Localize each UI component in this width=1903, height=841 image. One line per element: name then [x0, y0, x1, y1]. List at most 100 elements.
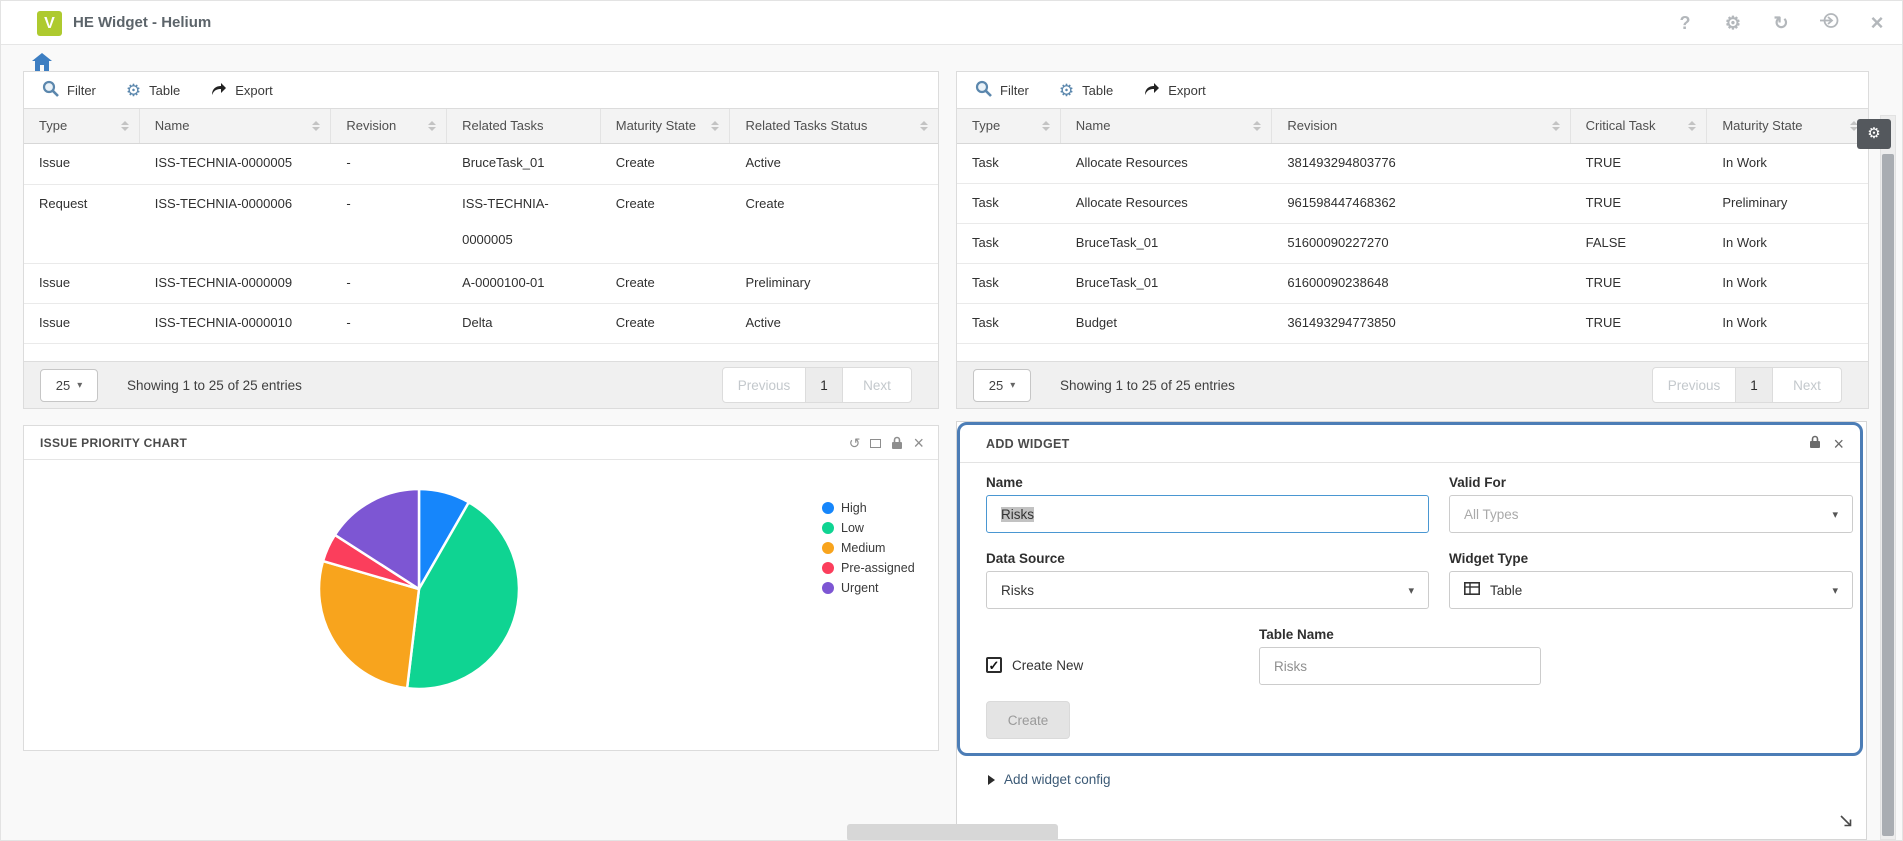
dashboard-settings-gear-icon[interactable]: ⚙ [1857, 119, 1891, 149]
sort-icon[interactable] [428, 121, 436, 131]
toolbar-label: Table [1082, 83, 1113, 98]
pie-chart[interactable] [314, 484, 524, 694]
table-row[interactable]: TaskBruceTask_0151600090227270FALSEIn Wo… [957, 224, 1868, 264]
toolbar-filter-button[interactable]: Filter [975, 80, 1029, 100]
add-widget-header-icons: × [1809, 425, 1844, 463]
table-row[interactable]: TaskBudget361493294773850TRUEIn Work [957, 304, 1868, 344]
next-button[interactable]: Next [1773, 368, 1841, 402]
lock-icon[interactable] [1809, 435, 1821, 454]
home-icon[interactable] [32, 53, 52, 73]
table-cell: 61600090238648 [1272, 264, 1570, 303]
table-row[interactable]: TaskBruceTask_0161600090238648TRUEIn Wor… [957, 264, 1868, 304]
valid-for-select[interactable]: All Types ▾ [1449, 495, 1853, 533]
table-row[interactable]: IssueISS-TECHNIA-0000009-A-0000100-01Cre… [24, 264, 938, 304]
sort-icon[interactable] [312, 121, 320, 131]
close-icon[interactable]: × [913, 436, 924, 450]
sort-icon[interactable] [121, 121, 129, 131]
previous-button[interactable]: Previous [1653, 368, 1735, 402]
legend-item[interactable]: High [822, 498, 915, 518]
add-widget-config-toggle[interactable]: Add widget config [957, 762, 1863, 797]
sort-icon[interactable] [920, 121, 928, 131]
table-row[interactable]: IssueISS-TECHNIA-0000010-DeltaCreateActi… [24, 304, 938, 344]
column-header-label: Type [39, 109, 67, 143]
bottom-scroll-handle[interactable] [847, 824, 1058, 841]
page-size-select[interactable]: 25 ▾ [973, 369, 1031, 402]
column-header-label: Type [972, 109, 1000, 143]
table-name-input[interactable]: Risks [1259, 647, 1541, 685]
column-header[interactable]: Critical Task [1571, 109, 1708, 143]
column-header[interactable]: Related Tasks Status [730, 109, 938, 143]
toolbar-label: Export [1168, 83, 1206, 98]
sign-in-icon[interactable] [1818, 11, 1840, 35]
name-input[interactable]: Risks [986, 495, 1429, 533]
refresh-icon[interactable]: ↺ [849, 436, 861, 450]
refresh-icon[interactable]: ↻ [1770, 13, 1792, 34]
sort-icon[interactable] [1552, 121, 1560, 131]
tasks-toolbar: Filter ⚙Table Export [957, 72, 1868, 108]
column-header[interactable]: Maturity State [601, 109, 731, 143]
sort-icon[interactable] [711, 121, 719, 131]
table-cell: BruceTask_01 [1061, 264, 1273, 303]
legend-label: Pre-assigned [841, 561, 915, 575]
close-icon[interactable]: × [1833, 435, 1844, 453]
table-cell: Active [730, 304, 938, 343]
legend-item[interactable]: Pre-assigned [822, 558, 915, 578]
create-new-checkbox[interactable]: ✓ [986, 657, 1002, 673]
data-source-select[interactable]: Risks ▾ [986, 571, 1429, 609]
column-header[interactable]: Maturity State [1707, 109, 1868, 143]
table-row[interactable]: TaskAllocate Resources961598447468362TRU… [957, 184, 1868, 224]
table-row[interactable]: RequestISS-TECHNIA-0000006-ISS-TECHNIA-0… [24, 185, 938, 264]
previous-button[interactable]: Previous [723, 368, 805, 402]
toolbar-table-button[interactable]: ⚙Table [126, 82, 180, 99]
help-icon[interactable]: ? [1674, 13, 1696, 34]
entries-summary: Showing 1 to 25 of 25 entries [1060, 362, 1235, 409]
sort-icon[interactable] [1253, 121, 1261, 131]
vertical-scrollbar[interactable] [1880, 115, 1896, 840]
column-header[interactable]: Revision [331, 109, 447, 143]
table-cell: Create [601, 144, 731, 184]
add-widget-header: ADD WIDGET × [960, 425, 1860, 463]
app-window: V HE Widget - Helium ? ⚙ ↻ × Filter⚙Tabl… [0, 0, 1903, 841]
app-title: HE Widget - Helium [73, 1, 211, 45]
toolbar-export-button[interactable]: Export [1143, 82, 1206, 99]
sort-icon[interactable] [1042, 121, 1050, 131]
table-cell: FALSE [1571, 224, 1708, 263]
column-header[interactable]: Type [957, 109, 1061, 143]
widget-type-select[interactable]: Table ▾ [1449, 571, 1853, 609]
toolbar-table-button[interactable]: ⚙Table [1059, 82, 1113, 99]
data-source-label: Data Source [986, 551, 1065, 566]
settings-gear-icon[interactable]: ⚙ [1722, 13, 1744, 34]
legend-item[interactable]: Low [822, 518, 915, 538]
close-icon[interactable]: × [1866, 10, 1888, 36]
page-size-select[interactable]: 25 ▾ [40, 369, 98, 402]
lock-icon[interactable] [891, 436, 903, 450]
legend-item[interactable]: Urgent [822, 578, 915, 598]
column-header[interactable]: Name [140, 109, 332, 143]
chevron-down-icon: ▾ [1408, 584, 1414, 597]
table-row[interactable]: TaskAllocate Resources381493294803776TRU… [957, 144, 1868, 184]
current-page-button[interactable]: 1 [1735, 368, 1773, 402]
toolbar-filter-button[interactable]: Filter [42, 80, 96, 100]
column-header[interactable]: Revision [1272, 109, 1570, 143]
resize-handle-icon[interactable] [1839, 814, 1853, 833]
table-cell: ISS-TECHNIA-0000005 [447, 185, 601, 263]
table-cell: Task [957, 184, 1061, 223]
titlebar: V HE Widget - Helium ? ⚙ ↻ × [1, 1, 1902, 45]
table-name-value: Risks [1274, 659, 1307, 674]
column-header[interactable]: Name [1061, 109, 1273, 143]
create-button[interactable]: Create [986, 701, 1070, 739]
table-row[interactable]: IssueISS-TECHNIA-0000005-BruceTask_01Cre… [24, 144, 938, 185]
table-cell: TRUE [1571, 304, 1708, 343]
chevron-down-icon: ▾ [1832, 508, 1838, 521]
maximize-icon[interactable] [870, 439, 881, 448]
column-header-label: Related Tasks Status [745, 109, 867, 143]
name-input-value: Risks [1001, 507, 1034, 522]
column-header[interactable]: Type [24, 109, 140, 143]
toolbar-label: Filter [1000, 83, 1029, 98]
toolbar-export-button[interactable]: Export [210, 82, 273, 99]
current-page-button[interactable]: 1 [805, 368, 843, 402]
sort-icon[interactable] [1688, 121, 1696, 131]
scrollbar-thumb[interactable] [1882, 154, 1894, 836]
next-button[interactable]: Next [843, 368, 911, 402]
legend-item[interactable]: Medium [822, 538, 915, 558]
